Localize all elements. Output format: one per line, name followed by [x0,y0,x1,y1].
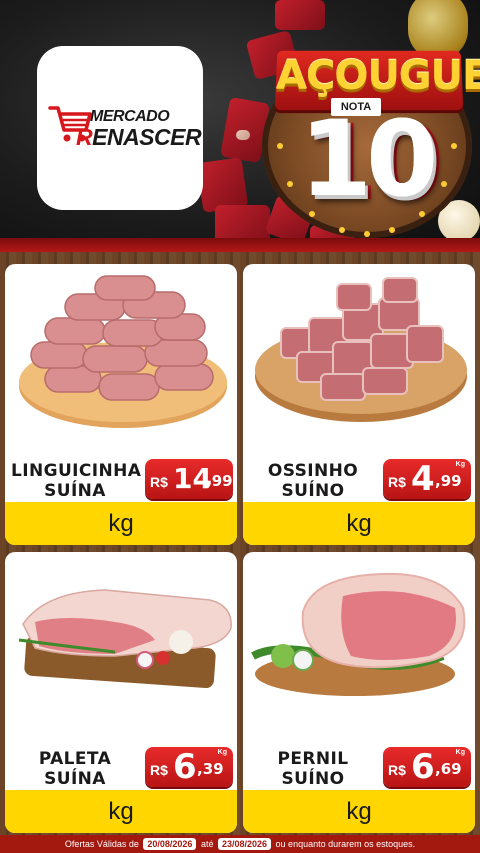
price-currency: R$ [388,762,406,778]
logo-renascer-rest: ENASCER [92,124,202,150]
ribs-image [255,277,467,422]
product-name-line1: OSSINHO [267,461,359,481]
price-decimal: ,39 [197,760,224,778]
meat-decoration [275,0,325,30]
unit-label: kg [5,502,237,545]
product-name-line2: SUÍNO [281,481,345,501]
price-tag: R$ 6 ,39 Kg [145,747,233,787]
score-number: 10 [299,98,439,220]
price-tag: R$ 4 ,99 Kg [383,459,471,499]
price-unit-small: Kg [455,749,465,756]
price-currency: R$ [388,474,406,490]
product-name: PERNIL SUÍNO [249,749,377,789]
product-card[interactable]: PALETA SUÍNA R$ 6 ,39 Kg kg [5,552,237,833]
price-currency: R$ [150,762,168,778]
product-name-line1: PERNIL [277,749,349,769]
header-banner: MERCADO RENASCER AÇOUGUE NOTA 10 10 [0,0,480,252]
product-name-line1: PALETA [38,749,112,769]
footer-suffix: ou enquanto durarem os estoques. [275,839,416,849]
price-unit-small: Kg [455,461,465,468]
store-logo: MERCADO RENASCER [37,46,203,210]
validity-footer: Ofertas Válidas de 20/08/2026 até 23/08/… [0,835,480,853]
pork-shoulder-image [18,589,232,689]
price-integer: 6 [173,747,197,787]
end-date: 23/08/2026 [217,838,272,850]
product-name-line2: SUÍNO [281,769,345,789]
footer-prefix: Ofertas Válidas de [64,839,139,849]
product-card[interactable]: LINGUICINHA SUÍNA R$ 14 ,99 kg [5,264,237,545]
product-name-line2: SUÍNA [44,481,106,501]
meat-decoration [236,130,250,140]
start-date: 20/08/2026 [143,838,197,850]
unit-label: kg [243,790,475,833]
product-name: PALETA SUÍNA [11,749,139,789]
price-currency: R$ [150,474,168,490]
price-decimal: ,99 [206,472,233,490]
footer-middle: até [200,839,214,849]
product-card[interactable]: OSSINHO SUÍNO R$ 4 ,99 Kg kg [243,264,475,545]
price-integer: 6 [411,747,435,787]
price-decimal: ,99 [435,472,462,490]
price-tag: R$ 14 ,99 [145,459,233,499]
price-tag: R$ 6 ,69 Kg [383,747,471,787]
product-grid: LINGUICINHA SUÍNA R$ 14 ,99 kg OSSINHO S… [0,252,480,835]
product-name-line2: SUÍNA [44,769,106,789]
price-integer: 4 [411,459,435,499]
price-decimal: ,69 [435,760,462,778]
unit-label: kg [243,502,475,545]
sausage-image [19,275,227,428]
logo-renascer-text: RENASCER [76,124,202,151]
product-name: LINGUICINHA SUÍNA [11,461,142,501]
product-name: OSSINHO SUÍNO [249,461,377,501]
logo-r-letter: R [76,124,93,150]
price-unit-small: Kg [217,749,227,756]
product-name-line1: LINGUICINHA [11,461,142,481]
pork-leg-image [251,572,466,696]
unit-label: kg [5,790,237,833]
acougue-title: AÇOUGUE [276,53,480,99]
product-card[interactable]: PERNIL SUÍNO R$ 6 ,69 Kg kg [243,552,475,833]
